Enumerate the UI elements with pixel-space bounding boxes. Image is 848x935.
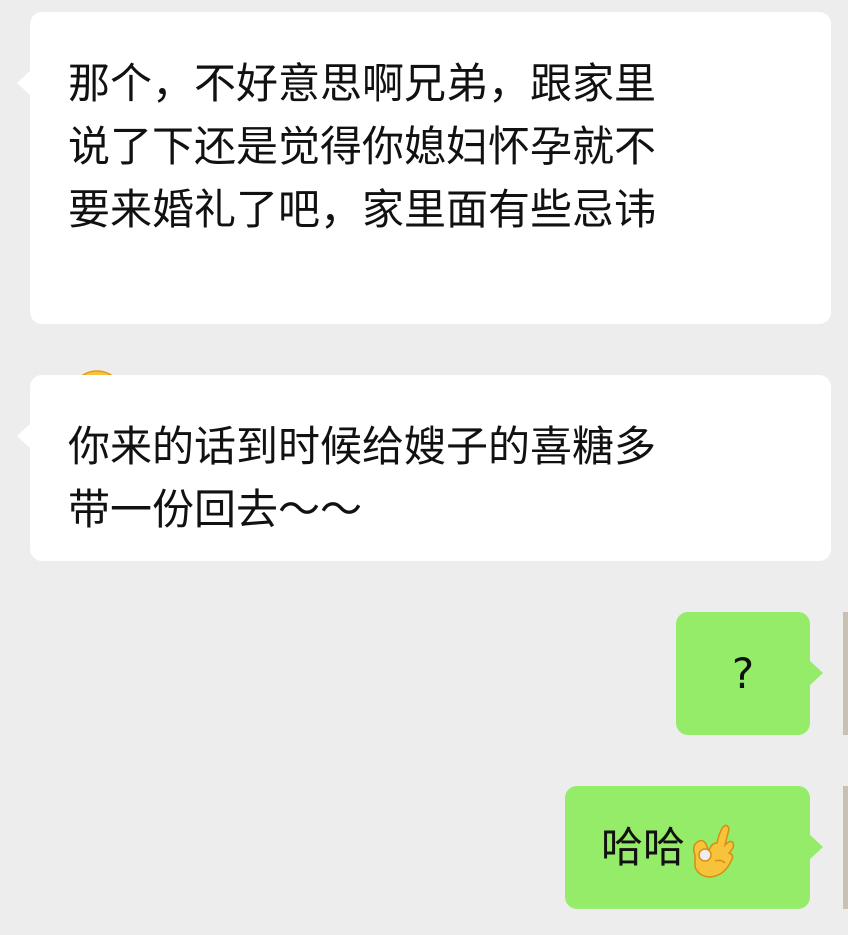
ok-hand-emoji-icon (685, 821, 739, 881)
message-line: 那个，不好意思啊兄弟，跟家里 (68, 59, 657, 108)
bottom-fade (0, 905, 848, 935)
incoming-message-bubble[interactable]: 你来的话到时候给嫂子的喜糖多 带一份回去～～ (17, 375, 831, 561)
message-text: 哈哈 (601, 823, 686, 872)
chat-message-list[interactable]: 那个，不好意思啊兄弟，跟家里 说了下还是觉得你媳妇怀孕就不 要来婚礼了吧，家里面有些… (0, 0, 848, 935)
bubble-tail (17, 70, 31, 96)
message-line: 说了下还是觉得你媳妇怀孕就不 (68, 122, 657, 171)
message-line: 要来婚礼了吧，家里面有些忌讳 (68, 185, 657, 234)
message-text: ? (731, 649, 755, 698)
avatar[interactable] (843, 786, 848, 909)
bubble-tail (809, 834, 823, 860)
bubble-tail (17, 423, 31, 449)
incoming-message-bubble[interactable]: 那个，不好意思啊兄弟，跟家里 说了下还是觉得你媳妇怀孕就不 要来婚礼了吧，家里面有些… (17, 12, 831, 424)
avatar[interactable] (843, 612, 848, 735)
outgoing-message-bubble[interactable]: ? (676, 612, 823, 735)
bubble-tail (809, 660, 823, 686)
message-line: 带一份回去～～ (68, 485, 363, 534)
message-text: 你来的话到时候给嫂子的喜糖多 带一份回去～～ (68, 415, 801, 541)
outgoing-message-bubble[interactable]: 哈哈 (565, 786, 823, 909)
message-line: 你来的话到时候给嫂子的喜糖多 (68, 422, 657, 471)
